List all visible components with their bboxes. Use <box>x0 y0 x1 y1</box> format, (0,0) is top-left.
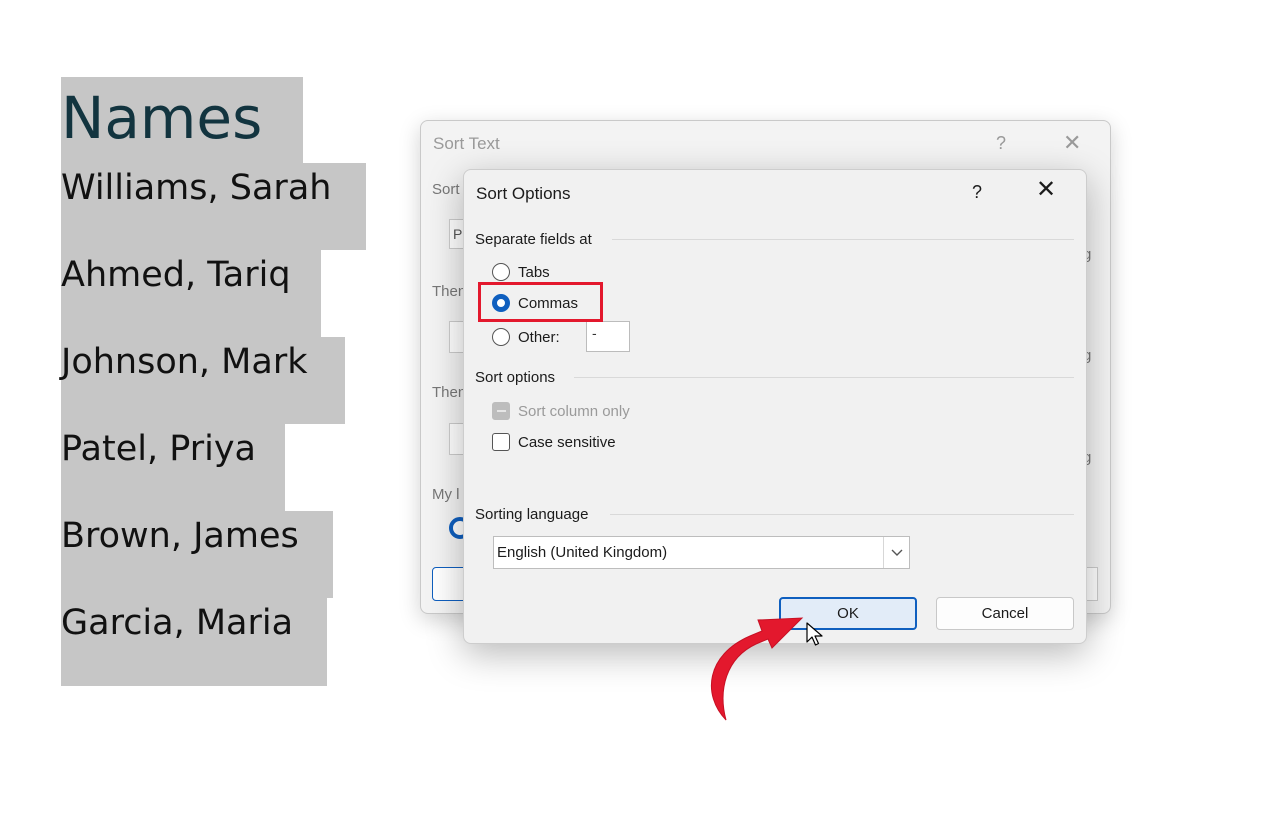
document-line[interactable]: Garcia, Maria <box>61 603 293 643</box>
document-line[interactable]: Brown, James <box>61 516 299 556</box>
case-sensitive-checkbox[interactable] <box>492 433 510 451</box>
sort-options-dialog: Sort Options ? ✕ Separate fields at Tabs… <box>463 169 1087 644</box>
other-label: Other: <box>518 328 560 346</box>
dialog-title: Sort Options <box>476 184 571 203</box>
close-icon[interactable]: ✕ <box>1063 130 1081 156</box>
commas-radio[interactable] <box>492 294 510 312</box>
other-separator-input[interactable]: - <box>586 321 630 352</box>
sorting-language-label: Sorting language <box>475 506 589 523</box>
separate-fields-label: Separate fields at <box>475 231 592 248</box>
sort-text-title: Sort Text <box>433 134 500 153</box>
close-icon[interactable]: ✕ <box>1036 178 1056 202</box>
my-list-label: My l <box>432 486 460 503</box>
tabs-radio[interactable] <box>492 263 510 281</box>
document-line[interactable]: Johnson, Mark <box>61 342 308 382</box>
mouse-cursor-icon <box>806 622 823 646</box>
other-option[interactable]: Other: <box>492 328 560 346</box>
then-by-label: Then <box>432 283 467 300</box>
tabs-label: Tabs <box>518 263 550 281</box>
tabs-option[interactable]: Tabs <box>492 263 550 281</box>
divider <box>574 377 1074 378</box>
case-sensitive-label: Case sensitive <box>518 433 616 451</box>
document-line[interactable]: Patel, Priya <box>61 429 256 469</box>
divider <box>610 514 1074 515</box>
document-line[interactable]: Ahmed, Tariq <box>61 255 291 295</box>
annotation-arrow-icon <box>710 617 804 721</box>
commas-label: Commas <box>518 294 579 312</box>
chevron-down-icon[interactable] <box>883 537 909 568</box>
help-icon[interactable]: ? <box>972 182 982 203</box>
commas-option[interactable]: Commas <box>492 294 578 312</box>
sort-options-label: Sort options <box>475 369 556 386</box>
sorting-language-value: English (United Kingdom) <box>497 544 668 561</box>
other-radio[interactable] <box>492 328 510 346</box>
cancel-button[interactable]: Cancel <box>936 597 1074 630</box>
document-line[interactable]: Williams, Sarah <box>61 168 331 208</box>
divider <box>612 239 1074 240</box>
then-by-label-2: Then <box>432 384 467 401</box>
sort-column-only-label: Sort column only <box>518 402 630 420</box>
sorting-language-select[interactable]: English (United Kingdom) <box>493 536 910 569</box>
sort-by-label: Sort <box>432 181 460 198</box>
help-icon[interactable]: ? <box>996 133 1006 154</box>
sort-column-only-checkbox[interactable] <box>492 402 510 420</box>
sort-column-only-option[interactable]: Sort column only <box>492 402 630 420</box>
case-sensitive-option[interactable]: Case sensitive <box>492 433 616 451</box>
document-heading[interactable]: Names <box>61 84 262 152</box>
